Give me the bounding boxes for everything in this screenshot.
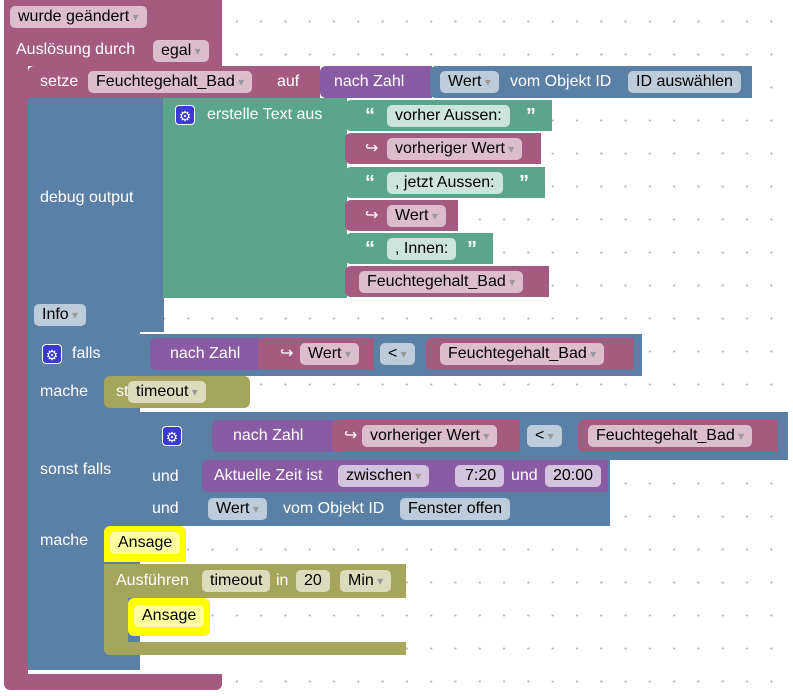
in-label: in	[276, 572, 289, 589]
variable-dropdown[interactable]: Feuchtegehalt_Bad	[359, 271, 524, 293]
variable-dropdown[interactable]: Wert	[387, 205, 446, 227]
falls-label: falls	[72, 345, 101, 362]
und-label: und	[152, 500, 179, 517]
text-join-label: erstelle Text aus	[207, 106, 323, 123]
mache-label: mache	[40, 383, 89, 400]
arrow-icon: ↪	[365, 140, 379, 157]
und-label: und	[511, 467, 538, 484]
gear-icon[interactable]: ⚙	[175, 105, 195, 125]
ausfuehren-label: Ausführen	[116, 572, 189, 589]
trigger-dropdown[interactable]: wurde geändert	[10, 6, 147, 28]
quote-open-icon: “	[365, 238, 375, 260]
unit-dropdown[interactable]: Min	[340, 570, 392, 592]
event-block-bottom	[4, 674, 222, 690]
timeout-block-arm	[104, 596, 128, 646]
gear-icon[interactable]: ⚙	[162, 426, 182, 446]
nach-zahl-label: nach Zahl	[233, 427, 304, 444]
event-block-arm	[4, 60, 28, 680]
nach-zahl-label: nach Zahl	[170, 345, 241, 362]
time-label: Aktuelle Zeit ist	[214, 467, 323, 484]
ansage-label: Ansage	[110, 532, 181, 554]
timeout-name-field[interactable]: timeout	[202, 570, 271, 592]
operator-dropdown[interactable]: <	[527, 425, 562, 447]
quote-open-icon: “	[365, 105, 375, 127]
variable-dropdown[interactable]: Wert	[300, 343, 359, 365]
nach-zahl-label: nach Zahl	[334, 73, 405, 90]
object-id-field[interactable]: ID auswählen	[628, 71, 741, 93]
variable-dropdown[interactable]: Feuchtegehalt_Bad	[588, 425, 753, 447]
variable-dropdown[interactable]: Feuchtegehalt_Bad	[440, 343, 605, 365]
log-level-dropdown[interactable]: Info	[34, 304, 87, 326]
operator-dropdown[interactable]: <	[380, 343, 415, 365]
text-join-block[interactable]	[163, 98, 347, 298]
setze-label: setze	[40, 73, 79, 90]
variable-dropdown[interactable]: Feuchtegehalt_Bad	[88, 71, 253, 93]
timeout-dropdown[interactable]: timeout	[128, 381, 206, 403]
sonst-falls-label: sonst falls	[40, 461, 112, 478]
ansage-label: Ansage	[134, 605, 205, 627]
arrow-icon: ↪	[365, 207, 379, 224]
text-field[interactable]: , Innen:	[387, 238, 457, 260]
debug-label: debug output	[40, 189, 134, 206]
wert-dropdown[interactable]: Wert	[440, 71, 499, 93]
quote-open-icon: “	[365, 172, 375, 194]
und-label: und	[152, 468, 179, 485]
quote-close-icon: ”	[467, 238, 477, 260]
delay-field[interactable]: 20	[296, 570, 330, 592]
debug-output-block[interactable]	[28, 98, 164, 332]
text-field[interactable]: vorher Aussen:	[387, 105, 510, 127]
variable-dropdown[interactable]: vorheriger Wert	[362, 425, 498, 447]
gear-icon[interactable]: ⚙	[42, 344, 62, 364]
auf-label: auf	[277, 73, 300, 90]
mache-label: mache	[40, 532, 89, 549]
text-field[interactable]: , jetzt Aussen:	[387, 172, 503, 194]
timeout-block-bottom	[104, 642, 406, 655]
time-mode-dropdown[interactable]: zwischen	[338, 465, 430, 487]
time-from-field[interactable]: 7:20	[455, 465, 505, 487]
arrow-icon: ↪	[280, 345, 294, 362]
quote-close-icon: ”	[519, 172, 529, 194]
variable-dropdown[interactable]: vorheriger Wert	[387, 138, 523, 160]
object-id-field[interactable]: Fenster offen	[400, 498, 510, 520]
wert-dropdown[interactable]: Wert	[208, 498, 267, 520]
time-to-field[interactable]: 20:00	[545, 465, 602, 487]
ausloesung-label: Auslösung durch	[16, 41, 136, 58]
quote-close-icon: ”	[526, 105, 536, 127]
vom-objekt-label: vom Objekt ID	[510, 73, 612, 90]
arrow-icon: ↪	[344, 427, 358, 444]
if-block-bottom	[28, 655, 140, 670]
ausloesung-dropdown[interactable]: egal	[153, 40, 209, 62]
vom-objekt-label: vom Objekt ID	[283, 500, 385, 517]
